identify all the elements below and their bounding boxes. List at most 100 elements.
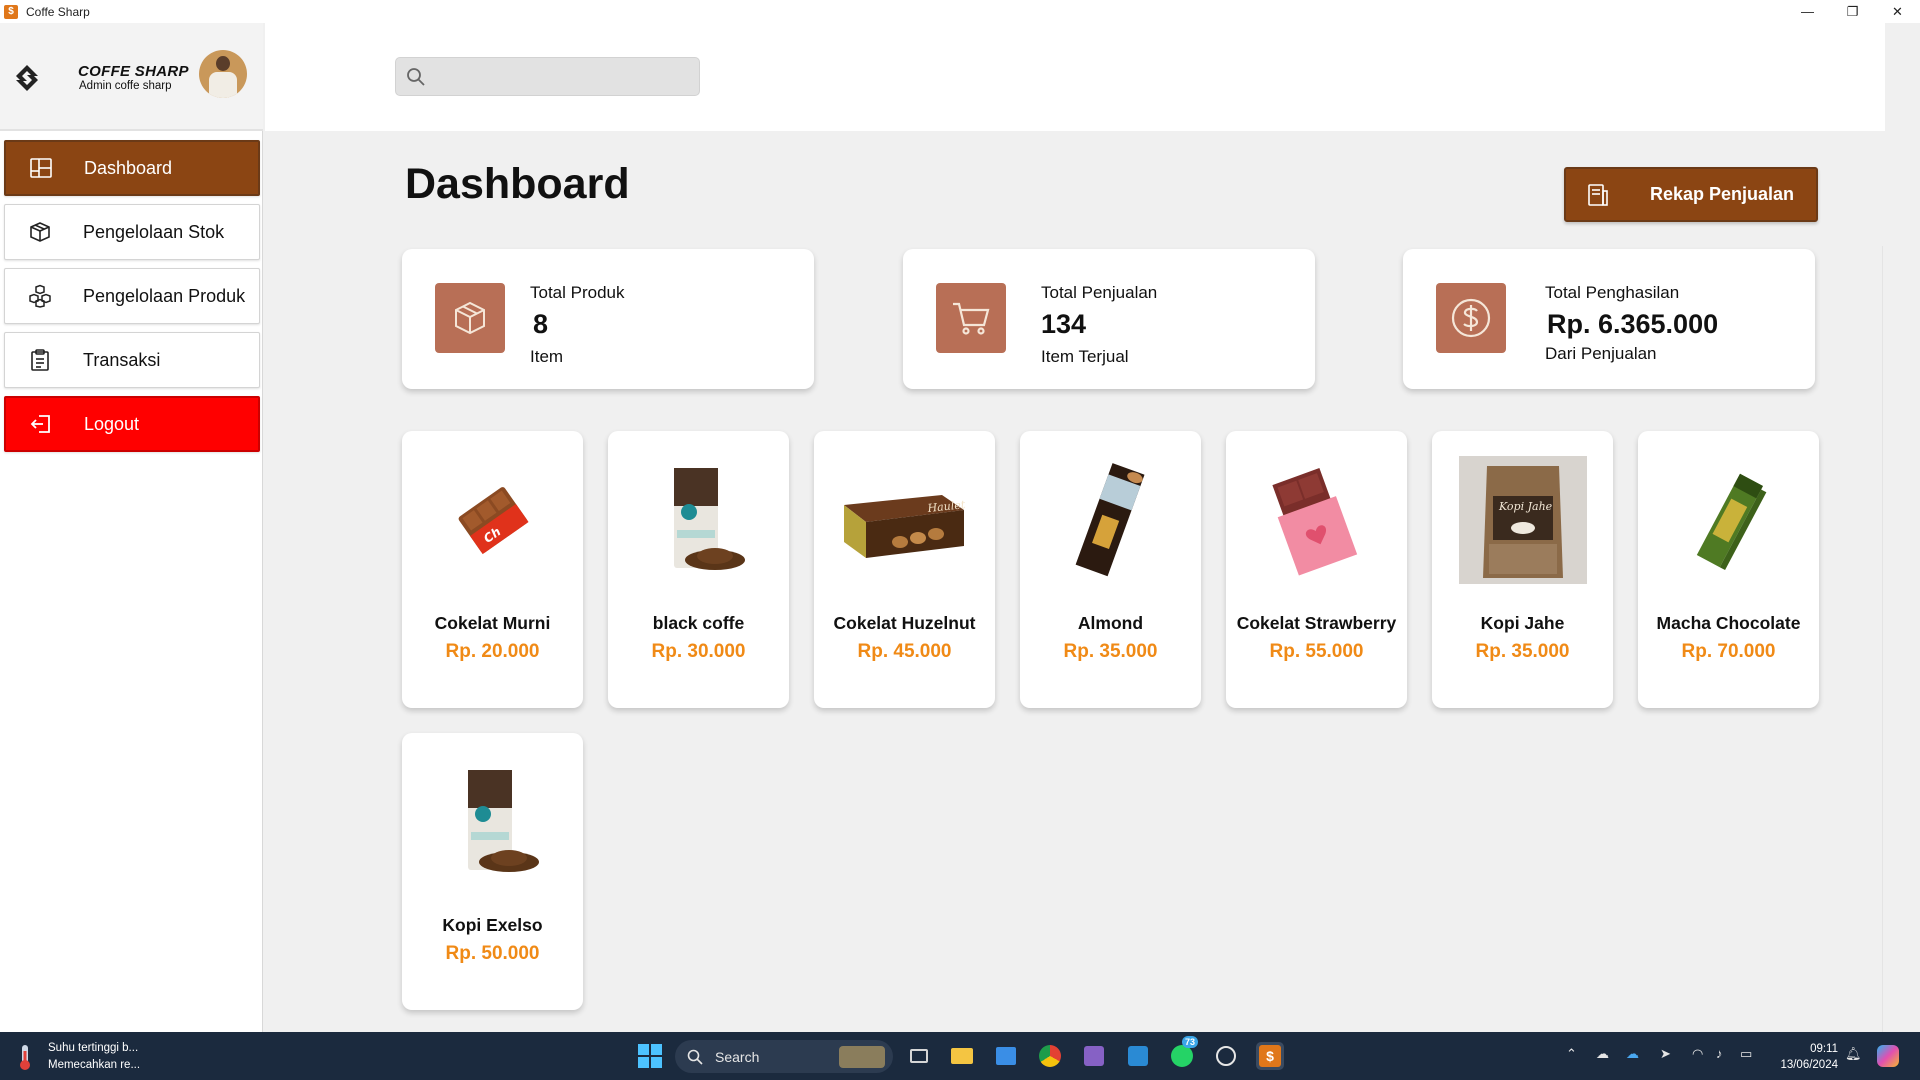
- taskbar: Suhu tertinggi b... Memecahkan re... Sea…: [0, 1032, 1920, 1080]
- product-image-matcha-bar: [1664, 455, 1794, 585]
- rekap-penjualan-button[interactable]: Rekap Penjualan: [1564, 167, 1818, 222]
- sidebar-item-pengelolaan-stok[interactable]: Pengelolaan Stok: [4, 204, 260, 260]
- minimize-button[interactable]: —: [1785, 0, 1830, 23]
- boxes-icon: [25, 281, 55, 311]
- task-view-icon[interactable]: [905, 1042, 933, 1070]
- product-image-kopi-jahe: Kopi Jahe: [1458, 455, 1588, 585]
- notification-bell-icon[interactable]: 🔔︎: [1845, 1046, 1862, 1062]
- sidebar: COFFE SHARP Admin coffe sharp Dashboard …: [0, 23, 263, 1032]
- vscode-icon[interactable]: [1124, 1042, 1152, 1070]
- product-card[interactable]: Kopi Exelso Rp. 50.000: [402, 733, 583, 1010]
- copilot-icon[interactable]: [1874, 1042, 1902, 1070]
- stat-label: Total Produk: [530, 283, 625, 302]
- start-button[interactable]: [638, 1044, 662, 1068]
- avatar[interactable]: [199, 50, 247, 98]
- visual-studio-icon[interactable]: [1080, 1042, 1108, 1070]
- search-box[interactable]: [395, 57, 700, 96]
- product-name: Almond: [1077, 613, 1144, 633]
- product-image-hazelnut-box: Haulet: [840, 455, 970, 585]
- stat-card-total-produk: Total Produk 8 Item: [402, 249, 814, 389]
- product-card[interactable]: Kopi Jahe Kopi Jahe Rp. 35.000: [1432, 431, 1613, 708]
- product-card[interactable]: Haulet Cokelat Huzelnut Rp. 45.000: [814, 431, 995, 708]
- product-name: Cokelat Huzelnut: [833, 613, 976, 633]
- coffe-sharp-app-icon[interactable]: $: [1256, 1042, 1284, 1070]
- brand-subtitle: Admin coffe sharp: [79, 80, 172, 92]
- logout-label: Logout: [84, 413, 140, 434]
- product-card[interactable]: Almond Rp. 35.000: [1020, 431, 1201, 708]
- product-card[interactable]: Macha Chocolate Rp. 70.000: [1638, 431, 1819, 708]
- product-price: Rp. 35.000: [1063, 641, 1158, 662]
- taskbar-search[interactable]: Search: [675, 1040, 893, 1073]
- stat-value: 134: [1041, 309, 1087, 339]
- stat-value: Rp. 6.365.000: [1547, 309, 1719, 339]
- product-price: Rp. 20.000: [445, 641, 540, 662]
- stat-label: Total Penjualan: [1041, 283, 1158, 302]
- window-titlebar: $ Coffe Sharp — ❐ ✕: [0, 0, 1920, 23]
- search-input[interactable]: [436, 58, 691, 95]
- file-explorer-icon[interactable]: [948, 1042, 976, 1070]
- rekap-penjualan-label: Rekap Penjualan: [1650, 184, 1795, 204]
- box-icon: [25, 217, 55, 247]
- search-icon: [687, 1049, 703, 1065]
- brand-header: COFFE SHARP Admin coffe sharp: [0, 23, 263, 131]
- battery-icon[interactable]: ▭: [1740, 1046, 1752, 1062]
- stat-unit: Item: [530, 347, 564, 366]
- volume-icon[interactable]: ♪: [1716, 1046, 1723, 1061]
- close-button[interactable]: ✕: [1875, 0, 1920, 23]
- product-price: Rp. 35.000: [1475, 641, 1570, 662]
- chrome-icon[interactable]: [1036, 1042, 1064, 1070]
- chevron-up-icon[interactable]: ⌃: [1566, 1046, 1577, 1062]
- product-name: Kopi Jahe: [1480, 613, 1565, 633]
- logout-button[interactable]: Logout: [4, 396, 260, 452]
- onedrive-icon[interactable]: ☁: [1626, 1046, 1639, 1062]
- taskbar-search-label: Search: [715, 1048, 760, 1065]
- clipboard-icon: [25, 345, 55, 375]
- logout-icon: [26, 409, 56, 439]
- product-name: Macha Chocolate: [1656, 613, 1801, 633]
- top-header: [265, 23, 1885, 131]
- product-image-coffee-bag: [634, 455, 764, 585]
- cart-icon: [936, 283, 1006, 353]
- page-title: Dashboard: [405, 160, 630, 208]
- sidebar-item-label: Transaksi: [83, 349, 161, 370]
- weather-widget[interactable]: Suhu tertinggi b... Memecahkan re...: [18, 1040, 140, 1074]
- cloud-icon[interactable]: ☁: [1596, 1046, 1609, 1062]
- product-card[interactable]: Cokelat Strawberry Rp. 55.000: [1226, 431, 1407, 708]
- sidebar-item-pengelolaan-produk[interactable]: Pengelolaan Produk: [4, 268, 260, 324]
- speedometer-icon[interactable]: [1212, 1042, 1240, 1070]
- sidebar-item-label: Pengelolaan Produk: [83, 285, 246, 306]
- maximize-button[interactable]: ❐: [1830, 0, 1875, 23]
- sidebar-item-label: Pengelolaan Stok: [83, 221, 225, 242]
- sidebar-item-dashboard[interactable]: Dashboard: [4, 140, 260, 196]
- whatsapp-icon[interactable]: 73: [1168, 1036, 1199, 1070]
- send-icon[interactable]: ➤: [1660, 1046, 1671, 1062]
- thermometer-icon: [20, 1045, 30, 1070]
- product-image-strawberry-chocolate: [1252, 455, 1382, 585]
- whatsapp-badge: 73: [1182, 1036, 1199, 1048]
- weather-line-1: Suhu tertinggi b...: [48, 1042, 139, 1054]
- product-image-almond-bar: [1046, 455, 1176, 585]
- coffee-sharp-logo-icon: [16, 65, 38, 91]
- product-card[interactable]: Ch Cokelat Murni Rp. 20.000: [402, 431, 583, 708]
- microsoft-store-icon[interactable]: [992, 1042, 1020, 1070]
- product-card[interactable]: black coffe Rp. 30.000: [608, 431, 789, 708]
- product-image-chocolate: Ch: [428, 455, 558, 585]
- scroll-divider: [1882, 246, 1883, 1032]
- package-icon: [435, 283, 505, 353]
- dollar-icon: [1436, 283, 1506, 353]
- stat-card-total-penjualan: Total Penjualan 134 Item Terjual: [903, 249, 1315, 389]
- scrollbar[interactable]: [1884, 131, 1920, 1032]
- product-name: Cokelat Strawberry: [1236, 613, 1397, 633]
- stat-label: Total Penghasilan: [1545, 283, 1680, 302]
- brand-name: COFFE SHARP: [78, 63, 189, 80]
- search-highlight-icon: [839, 1045, 885, 1068]
- clock-date: 13/06/2024: [1780, 1059, 1838, 1071]
- clock[interactable]: 09:11 13/06/2024: [1766, 1041, 1838, 1073]
- sidebar-item-transaksi[interactable]: Transaksi: [4, 332, 260, 388]
- product-image-coffee-bag: [428, 757, 558, 887]
- stat-value: 8: [533, 309, 549, 339]
- wifi-icon[interactable]: ◠: [1692, 1046, 1703, 1062]
- clock-time: 09:11: [1810, 1043, 1838, 1055]
- dashboard-icon: [26, 153, 56, 183]
- stat-card-total-penghasilan: Total Penghasilan Rp. 6.365.000 Dari Pen…: [1403, 249, 1815, 389]
